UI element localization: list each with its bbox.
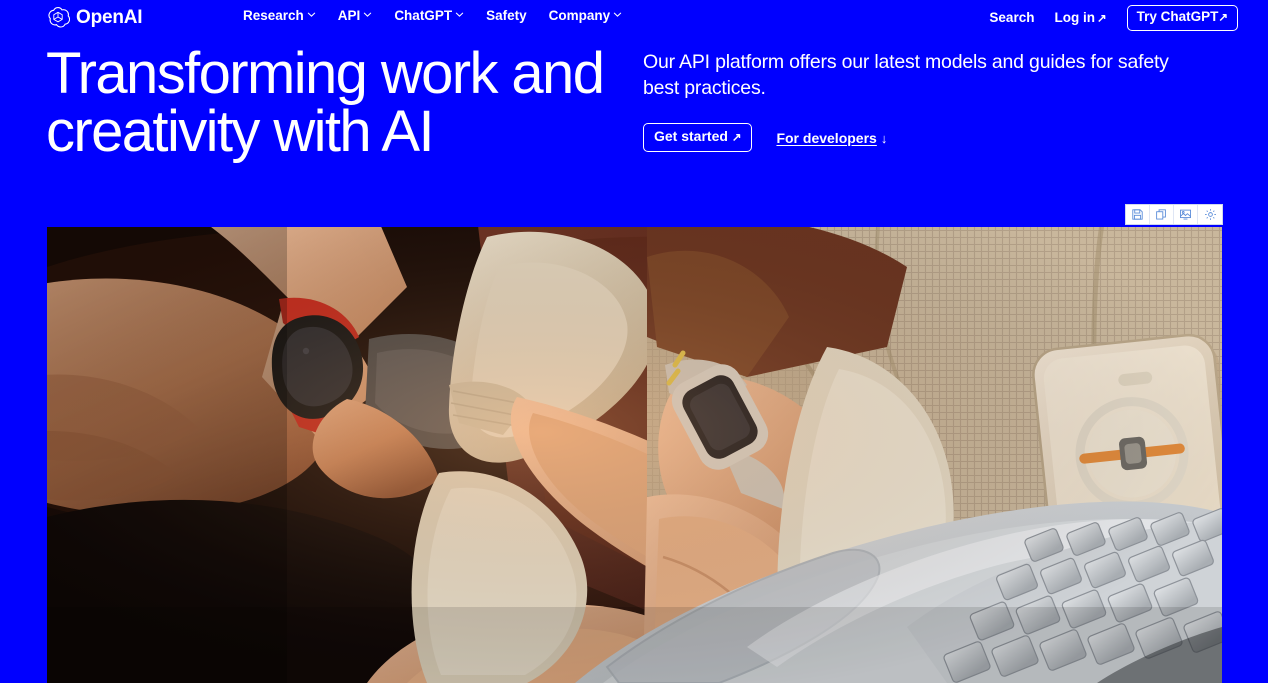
for-developers-label: For developers [776, 129, 877, 146]
nav-item-chatgpt[interactable]: ChatGPT [394, 9, 464, 23]
nav-item-label: ChatGPT [394, 8, 453, 23]
login-label: Log in [1054, 9, 1095, 25]
hero-actions: Get started ↗ For developers ↓ [643, 123, 1218, 153]
nav-item-label: API [337, 8, 361, 23]
top-navigation-bar: OpenAI Research API ChatGPT Safety Compa… [0, 0, 1268, 36]
get-started-button[interactable]: Get started ↗ [643, 123, 753, 153]
nav-item-research[interactable]: Research [243, 9, 316, 23]
nav-item-api[interactable]: API [338, 9, 373, 23]
primary-nav-links: Research API ChatGPT Safety Company [243, 9, 622, 23]
openai-homepage: OpenAI Research API ChatGPT Safety Compa… [0, 0, 1268, 683]
for-developers-link[interactable]: For developers ↓ [776, 130, 887, 146]
try-chatgpt-button[interactable]: Try ChatGPT↗ [1126, 5, 1238, 31]
external-link-arrow-icon: ↗ [1218, 12, 1228, 24]
hero-image [47, 227, 1222, 683]
copy-icon[interactable] [1150, 205, 1174, 224]
login-link[interactable]: Log in ↗ [1054, 11, 1106, 26]
page-title: Transforming work and creativity with AI [46, 41, 605, 164]
hero-description: Our API platform offers our latest model… [643, 51, 1169, 99]
brand-name: OpenAI [76, 6, 143, 28]
get-started-label: Get started [654, 128, 728, 145]
chevron-down-icon [363, 10, 372, 19]
arrow-down-icon: ↓ [880, 130, 888, 146]
hero-right-column: Our API platform offers our latest model… [643, 50, 1218, 153]
nav-actions: Search Log in ↗ Try ChatGPT↗ [989, 5, 1238, 31]
search-button[interactable]: Search [989, 11, 1034, 25]
nav-item-safety[interactable]: Safety [486, 9, 527, 23]
chevron-down-icon [307, 10, 316, 19]
chevron-down-icon [613, 10, 622, 19]
hero-section: Transforming work and creativity with AI… [0, 40, 1268, 210]
external-link-arrow-icon: ↗ [1096, 12, 1107, 25]
search-label: Search [989, 10, 1035, 26]
image-toolbar [1125, 204, 1223, 225]
nav-item-label: Company [548, 8, 611, 23]
brand-logo-link[interactable]: OpenAI [46, 5, 143, 29]
image-icon[interactable] [1174, 205, 1198, 224]
chevron-down-icon [455, 10, 464, 19]
settings-gear-icon[interactable] [1198, 205, 1222, 224]
openai-logo-icon [46, 5, 71, 29]
nav-item-label: Safety [486, 8, 527, 23]
external-link-arrow-icon: ↗ [731, 132, 742, 145]
nav-item-label: Research [243, 8, 304, 23]
save-icon[interactable] [1126, 205, 1150, 224]
nav-item-company[interactable]: Company [549, 9, 623, 23]
cta-label: Try ChatGPT [1136, 9, 1219, 24]
hero-photo-illustration [47, 227, 1222, 683]
